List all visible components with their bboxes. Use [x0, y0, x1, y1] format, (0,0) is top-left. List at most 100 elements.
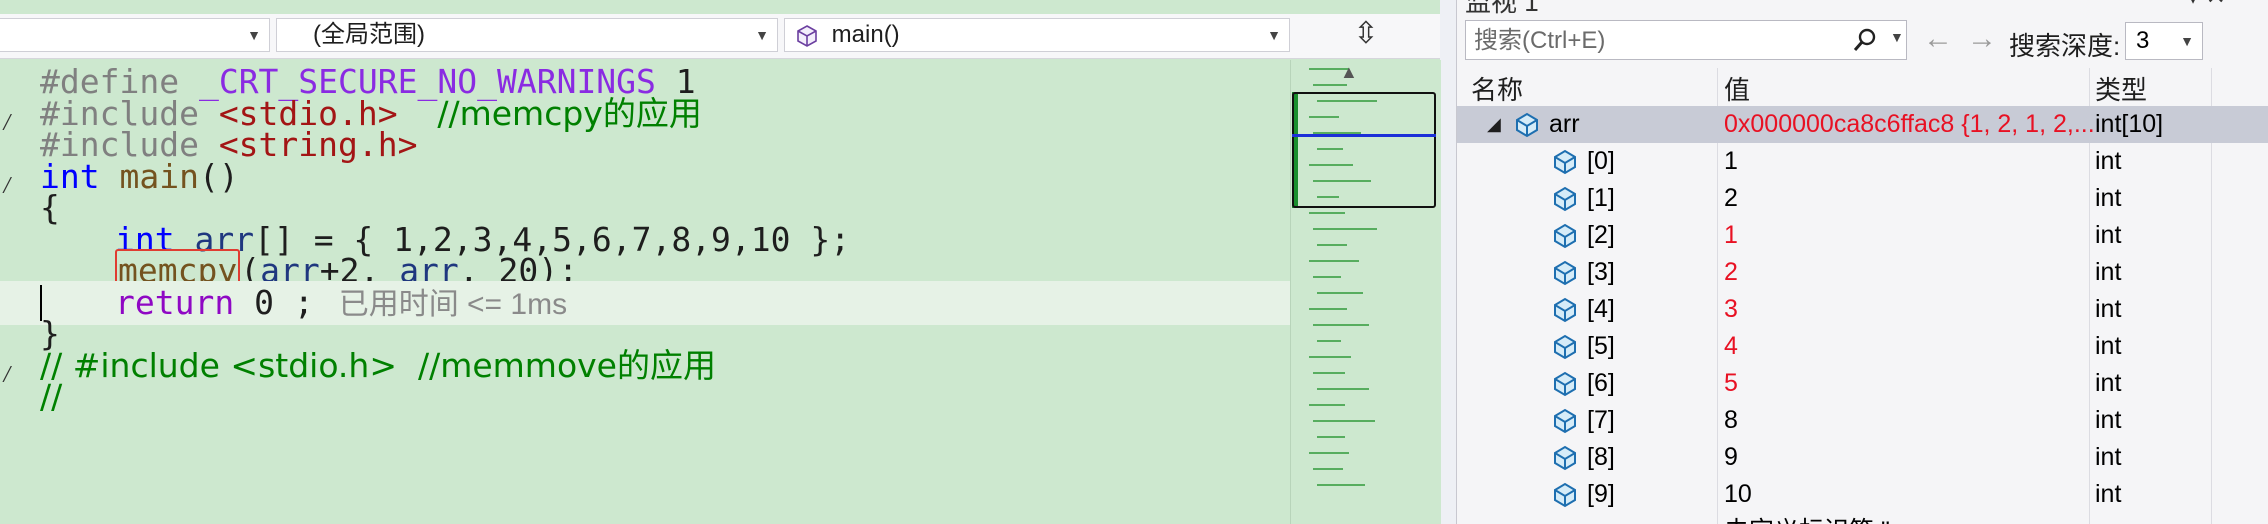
watch-item-value[interactable]: 8: [1724, 402, 1738, 439]
watch-item-name: [9]: [1587, 480, 1615, 508]
editor-navigation-bar: ▼ (全局范围) ▼ main() ▼ ⇳: [0, 14, 1440, 59]
watch-row-element[interactable]: [7] 8 int: [1457, 402, 2268, 439]
watch-row-element[interactable]: [8] 9 int: [1457, 439, 2268, 476]
watch-item-value[interactable]: 2: [1724, 180, 1738, 217]
minimap-line: [1317, 340, 1341, 342]
minimap-line: [1309, 452, 1349, 454]
search-back-icon[interactable]: ←: [1923, 22, 1953, 56]
search-forward-icon[interactable]: →: [1967, 22, 1997, 56]
watch-item-type: int: [2095, 184, 2122, 212]
watch-item-name: [4]: [1587, 295, 1615, 323]
watch-item-value[interactable]: 1: [1724, 143, 1738, 180]
watch-item-name: [1]: [1587, 184, 1615, 212]
watch-item-type: int: [2095, 369, 2122, 397]
watch-item-value[interactable]: 10: [1724, 476, 1752, 513]
watch-item-value[interactable]: 2: [1724, 254, 1738, 291]
watch-item-name: [3]: [1587, 258, 1615, 286]
watch-item-name: arr: [1549, 110, 1580, 138]
code-line[interactable]: //: [0, 375, 1290, 419]
minimap-line: [1309, 260, 1359, 262]
watch-item-type: int: [2095, 332, 2122, 360]
function-cube-icon: [797, 24, 817, 47]
watch-item-type: int: [2095, 147, 2122, 175]
code-editor[interactable]: ▼ (全局范围) ▼ main() ▼ ⇳ #define _CRT_SECUR…: [0, 0, 1440, 524]
search-icon[interactable]: [1852, 27, 1878, 53]
watch-item-type: int: [2095, 295, 2122, 323]
minimap-caret-line: [1292, 134, 1436, 137]
watch-panel-title: 监视 1: [1465, 0, 1539, 17]
chevron-down-icon: ▼: [2180, 33, 2194, 49]
watch-item-type: int: [2095, 258, 2122, 286]
minimap-viewport[interactable]: [1292, 92, 1436, 208]
minimap-line: [1317, 436, 1345, 438]
minimap-line: [1317, 388, 1369, 390]
watch-item-value[interactable]: 3: [1724, 291, 1738, 328]
watch-item-type: int: [2095, 443, 2122, 471]
scroll-up-icon[interactable]: ▲: [1340, 62, 1358, 83]
column-header-type[interactable]: 类型: [2095, 70, 2147, 107]
watch-item-value: 未定义标识符 "...: [1724, 513, 1911, 524]
watch-row-element[interactable]: [2] 1 int: [1457, 217, 2268, 254]
minimap-line: [1317, 292, 1363, 294]
watch-row-element[interactable]: [4] 3 int: [1457, 291, 2268, 328]
watch-item-name: [5]: [1587, 332, 1615, 360]
minimap-line: [1317, 244, 1347, 246]
column-header-value[interactable]: 值: [1724, 70, 1750, 107]
watch-search-box[interactable]: ▼: [1465, 20, 1907, 60]
split-editor-icon[interactable]: ⇳: [1296, 18, 1436, 52]
watch-item-value[interactable]: 4: [1724, 328, 1738, 365]
search-depth-dropdown[interactable]: 3 ▼: [2125, 22, 2203, 60]
watch-row-element[interactable]: [9] 10 int: [1457, 476, 2268, 513]
scope-dropdown-label: (全局范围): [313, 21, 425, 48]
watch-row-element[interactable]: [6] 5 int: [1457, 365, 2268, 402]
minimap-line: [1309, 404, 1345, 406]
chevron-down-icon: ▼: [755, 27, 769, 43]
search-depth-label: 搜索深度:: [2009, 31, 2121, 61]
chevron-down-icon: ▼: [247, 27, 261, 43]
minimap-line: [1317, 484, 1365, 486]
project-dropdown[interactable]: ▼: [0, 18, 270, 52]
minimap-line: [1309, 356, 1351, 358]
minimap-line: [1313, 276, 1341, 278]
function-dropdown[interactable]: main() ▼: [784, 18, 1290, 52]
watch-panel-controls[interactable]: ▾ ✕: [2187, 0, 2226, 11]
search-depth-value: 3: [2136, 27, 2150, 54]
watch-item-name: [2]: [1587, 221, 1615, 249]
code-area[interactable]: #define _CRT_SECURE_NO_WARNINGS 1 ⁄ #inclu…: [0, 60, 1290, 524]
watch-search-input[interactable]: [1472, 23, 1836, 59]
minimap-line: [1313, 372, 1345, 374]
scope-dropdown[interactable]: (全局范围) ▼: [276, 18, 778, 52]
watch-item-value[interactable]: 5: [1724, 365, 1738, 402]
watch-item-value[interactable]: 1: [1724, 217, 1738, 254]
watch-row-arr[interactable]: ◢ arr 0x000000ca8c6ffac8 {1, 2, 1, 2,... in…: [1457, 106, 2268, 143]
watch-row-partial[interactable]: 未定义标识符 "...: [1457, 513, 2268, 524]
code-token: //: [40, 377, 63, 416]
minimap-line: [1309, 212, 1345, 214]
watch-item-name: [6]: [1587, 369, 1615, 397]
watch-item-type: int: [2095, 221, 2122, 249]
watch-item-name: [8]: [1587, 443, 1615, 471]
code-text: //: [40, 375, 62, 419]
watch-item-value[interactable]: 0x000000ca8c6ffac8 {1, 2, 1, 2,...: [1724, 106, 2095, 143]
minimap-line: [1313, 468, 1343, 470]
watch-row-element[interactable]: [0] 1 int: [1457, 143, 2268, 180]
watch-item-name: [7]: [1587, 406, 1615, 434]
minimap-line: [1313, 228, 1377, 230]
watch-item-type: int[10]: [2095, 110, 2164, 138]
watch-item-value[interactable]: 9: [1724, 439, 1738, 476]
watch-row-element[interactable]: [3] 2 int: [1457, 254, 2268, 291]
chevron-down-icon: ▼: [1267, 27, 1281, 43]
function-dropdown-label: main(): [831, 21, 900, 48]
chevron-down-icon[interactable]: ▼: [1890, 29, 1904, 45]
column-header-name[interactable]: 名称: [1471, 70, 1523, 107]
minimap-line: [1313, 324, 1369, 326]
minimap-line: [1313, 420, 1375, 422]
watch-panel: 监视 1 ▾ ✕ ▼ ← → 搜索深度: 3 ▼ 名称 值 类型 ◢ arr 0x0…: [1456, 0, 2268, 524]
watch-column-headers: 名称 值 类型: [1457, 68, 2268, 107]
minimap-line: [1313, 84, 1347, 86]
watch-row-element[interactable]: [1] 2 int: [1457, 180, 2268, 217]
collapse-icon[interactable]: ◢: [1487, 106, 1501, 143]
minimap-line: [1309, 308, 1347, 310]
watch-item-name: [0]: [1587, 147, 1615, 175]
watch-row-element[interactable]: [5] 4 int: [1457, 328, 2268, 365]
